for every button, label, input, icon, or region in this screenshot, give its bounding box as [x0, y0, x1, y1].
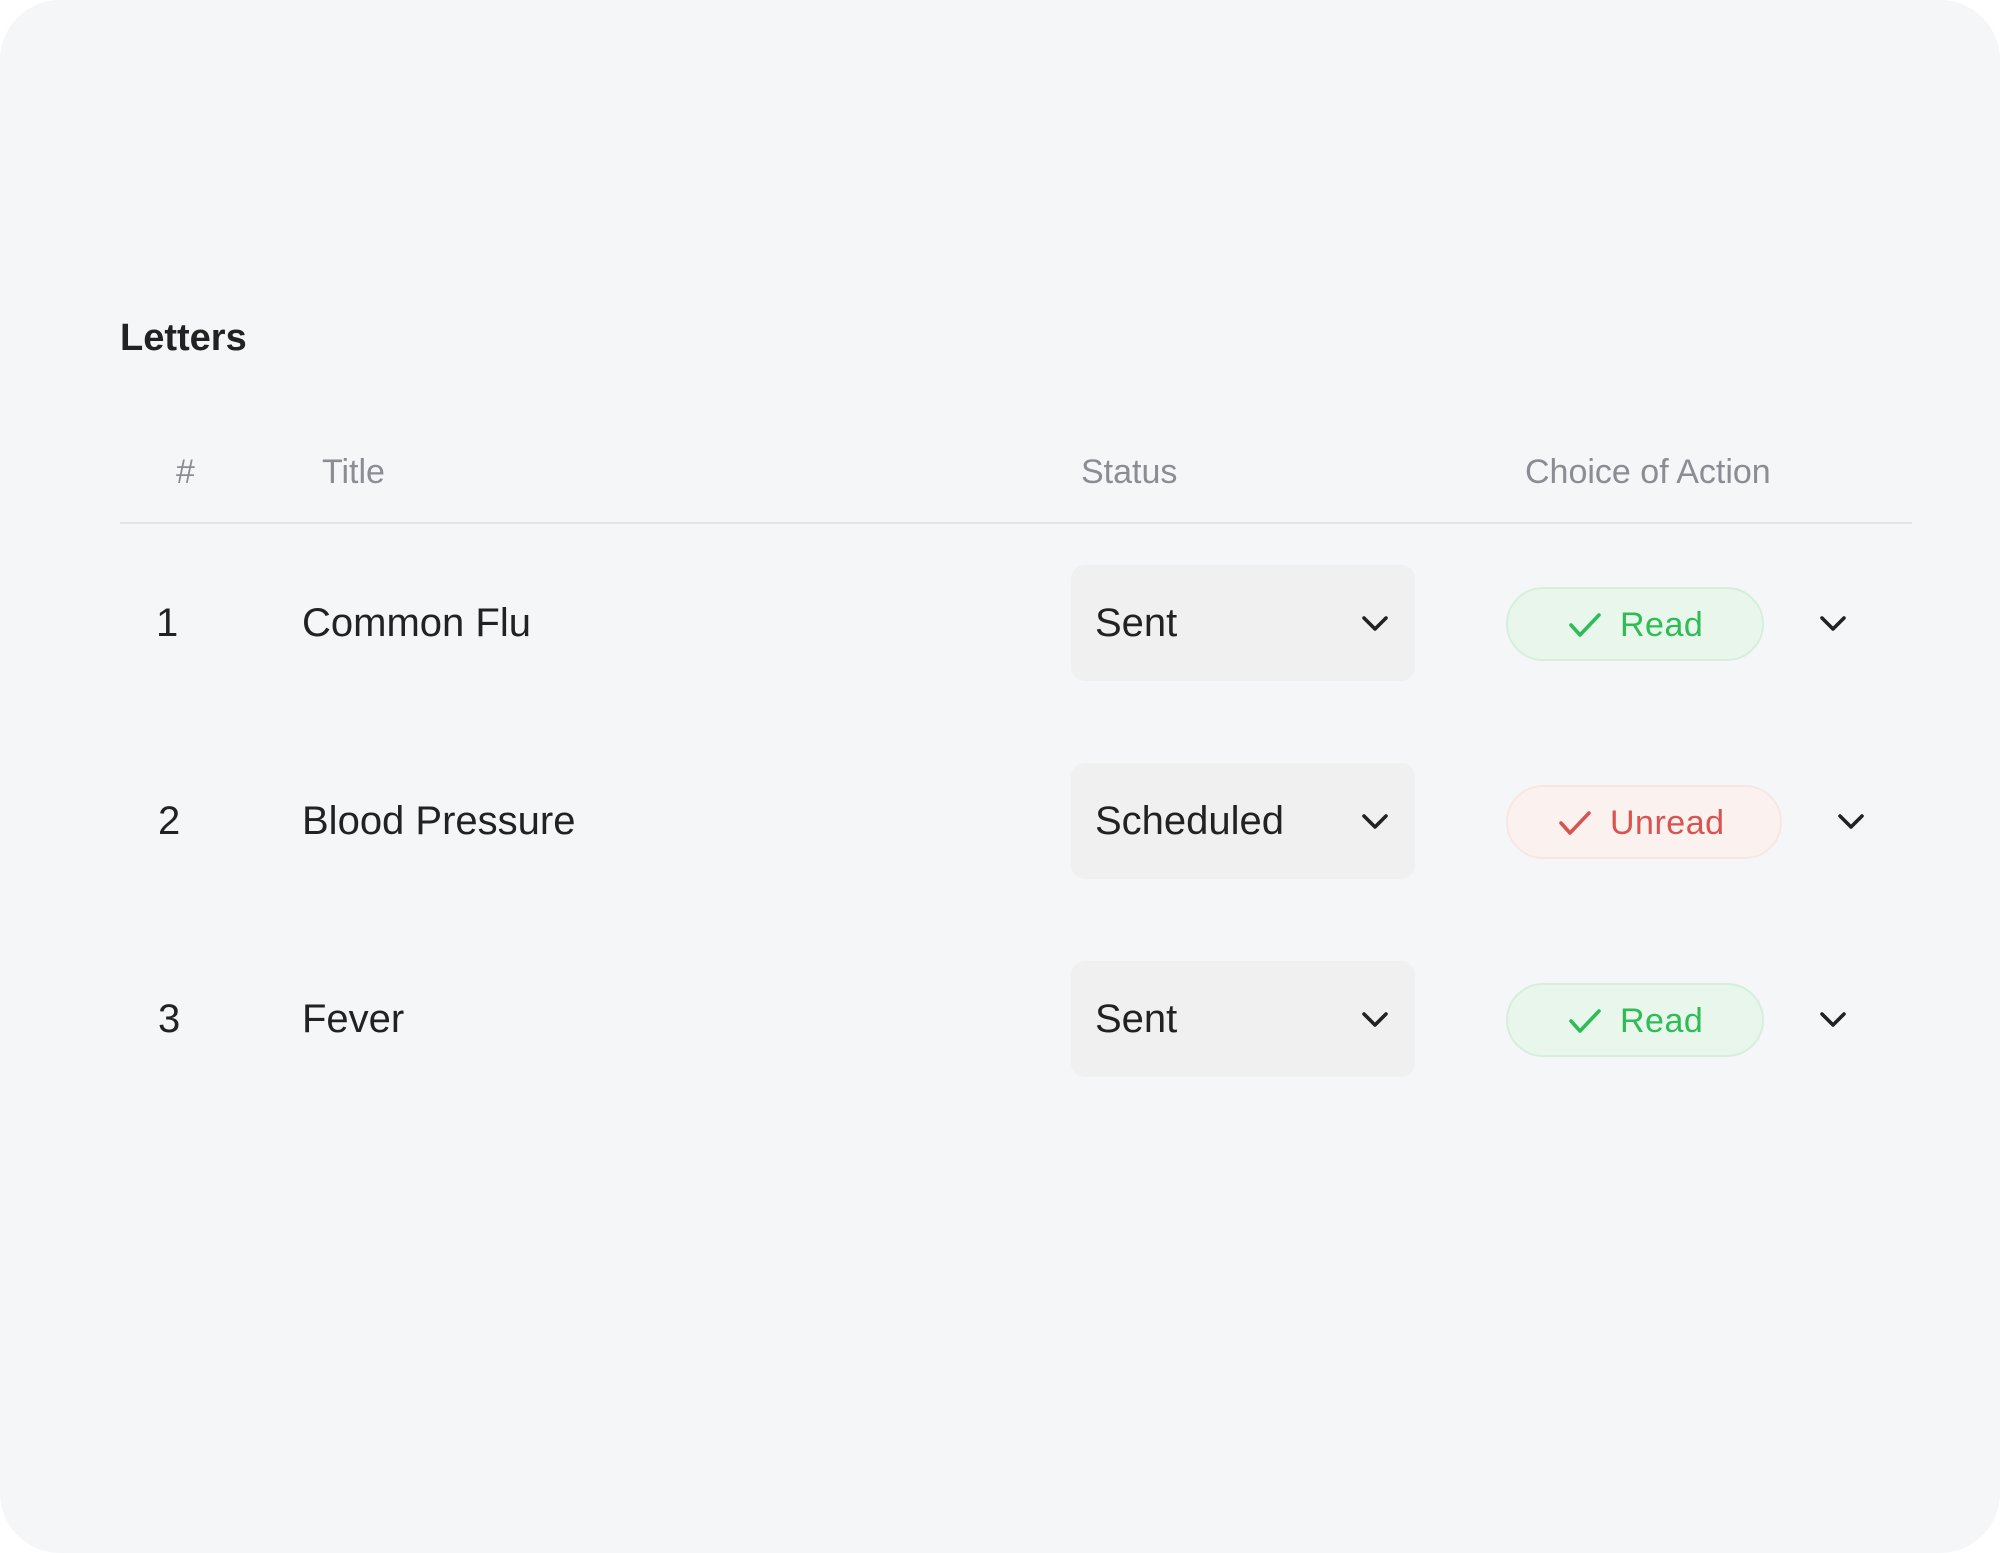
letter-title: Blood Pressure — [302, 799, 576, 843]
row-number: 1 — [156, 601, 179, 645]
letter-title: Common Flu — [302, 601, 531, 645]
status-dropdown[interactable]: Sent — [1071, 961, 1415, 1077]
status-dropdown[interactable]: Scheduled — [1071, 763, 1415, 879]
check-icon — [1569, 1009, 1601, 1033]
table-row: 1 Common Flu Sent Read — [120, 561, 1912, 685]
column-header-status: Status — [1081, 453, 1178, 491]
check-icon — [1559, 811, 1591, 835]
letters-card: Letters # Title Status Choice of Action … — [0, 0, 2000, 1553]
chevron-down-icon[interactable] — [1819, 615, 1847, 633]
letter-title: Fever — [302, 997, 405, 1041]
row-number: 2 — [158, 799, 181, 843]
status-value: Sent — [1095, 601, 1178, 645]
status-value: Sent — [1095, 997, 1178, 1041]
chevron-down-icon[interactable] — [1819, 1011, 1847, 1029]
chevron-down-icon — [1362, 814, 1388, 829]
row-number: 3 — [158, 997, 181, 1041]
unread-status-pill[interactable]: Unread — [1506, 785, 1782, 859]
table-row: 3 Fever Sent Read — [120, 957, 1912, 1081]
table-row: 2 Blood Pressure Scheduled Unread — [120, 759, 1912, 883]
chevron-down-icon — [1362, 616, 1388, 631]
pill-label: Read — [1620, 1002, 1704, 1040]
chevron-down-icon — [1362, 1012, 1388, 1027]
status-value: Scheduled — [1095, 799, 1285, 843]
status-dropdown[interactable]: Sent — [1071, 565, 1415, 681]
read-status-pill[interactable]: Read — [1506, 983, 1764, 1057]
pill-label: Unread — [1610, 804, 1725, 842]
letters-table: # Title Status Choice of Action 1 Common… — [120, 440, 1912, 1077]
column-header-number: # — [176, 453, 195, 491]
column-header-choice-of-action: Choice of Action — [1525, 453, 1771, 491]
column-header-title: Title — [322, 453, 385, 491]
page-title: Letters — [120, 317, 247, 359]
check-icon — [1569, 613, 1601, 637]
table-header: # Title Status Choice of Action — [120, 440, 1912, 524]
chevron-down-icon[interactable] — [1837, 813, 1865, 831]
pill-label: Read — [1620, 606, 1704, 644]
read-status-pill[interactable]: Read — [1506, 587, 1764, 661]
